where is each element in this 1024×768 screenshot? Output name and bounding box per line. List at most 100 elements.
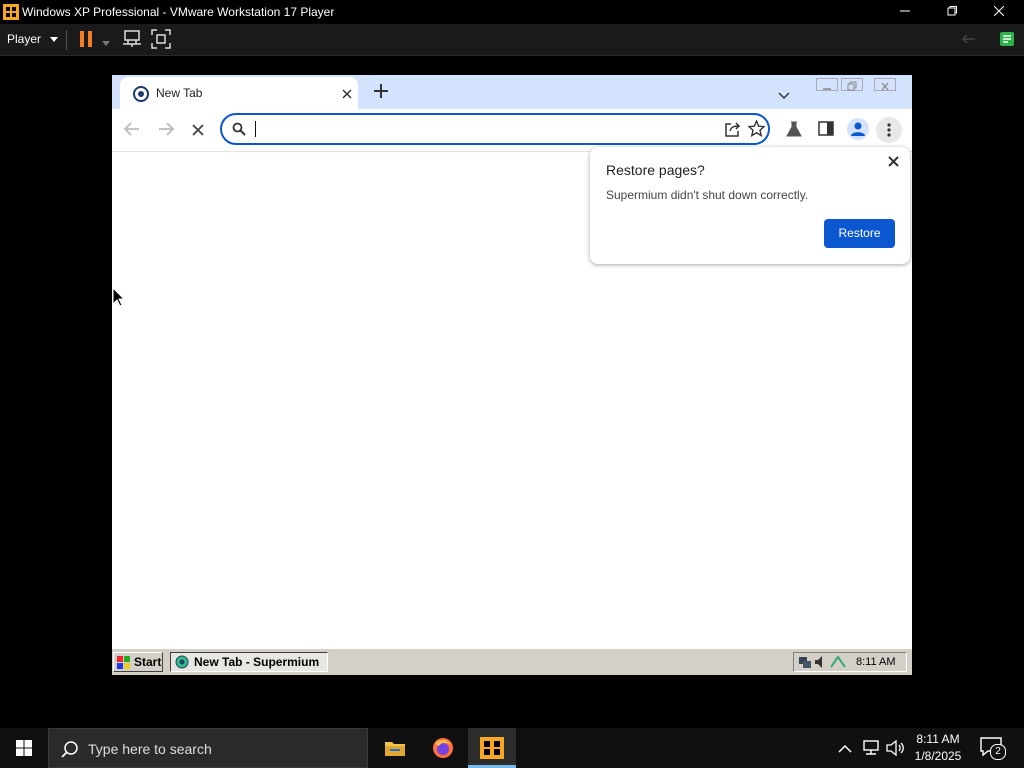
send-ctrl-alt-del-button[interactable] (122, 30, 142, 51)
network-icon (799, 657, 811, 668)
volume-icon (815, 656, 822, 668)
vmware-tools-icon (830, 655, 846, 668)
side-panel-icon (818, 121, 834, 136)
back-arrow-icon (123, 122, 139, 136)
bookmark-button[interactable] (747, 119, 766, 142)
minimize-icon (823, 88, 831, 90)
plus-icon (374, 84, 388, 98)
vmware-logo-icon (480, 737, 504, 759)
player-menu[interactable]: Player (7, 32, 59, 46)
toolbar-divider (66, 30, 67, 50)
windows-flag-icon (117, 656, 130, 669)
notes-button[interactable] (999, 31, 1015, 50)
search-icon (232, 122, 246, 136)
close-window-button[interactable] (976, 0, 1022, 24)
windows-start-button[interactable] (0, 728, 48, 768)
dialog-close-button[interactable] (888, 154, 899, 172)
close-icon (192, 124, 204, 136)
forward-button[interactable] (158, 122, 175, 141)
start-button[interactable]: Start (113, 652, 163, 672)
taskbar-item-supermium[interactable]: New Tab - Supermium (170, 652, 328, 672)
vmware-logo-icon (3, 4, 19, 20)
chevron-up-icon (838, 744, 852, 753)
supermium-logo-icon (133, 86, 149, 102)
chevron-down-icon (778, 92, 790, 100)
more-vert-icon (887, 123, 891, 137)
clock-time: 8:11 AM (916, 732, 960, 746)
clock-date: 1/8/2025 (914, 749, 962, 763)
restore-button[interactable]: Restore (824, 219, 895, 248)
fullscreen-icon (151, 29, 171, 49)
fullscreen-button[interactable] (151, 29, 171, 52)
share-button[interactable] (724, 121, 741, 142)
vmware-title-bar: Windows XP Professional - VMware Worksta… (0, 0, 1024, 24)
menu-button[interactable] (876, 117, 902, 143)
profile-button[interactable] (847, 118, 869, 140)
stop-loading-button[interactable] (192, 123, 204, 141)
tab-search-button[interactable] (778, 87, 790, 105)
minimize-icon (900, 10, 910, 12)
supermium-logo-icon (175, 655, 189, 669)
xp-taskbar: Start New Tab - Supermium 8:11 AM (112, 648, 912, 675)
person-icon (851, 122, 865, 136)
notes-icon (1000, 32, 1014, 46)
notification-badge: 2 (990, 744, 1006, 760)
restore-window-icon (947, 6, 957, 16)
pause-button[interactable] (78, 30, 94, 51)
new-tab-button[interactable] (374, 84, 388, 103)
flask-icon (786, 121, 802, 137)
xp-close-button[interactable] (874, 78, 896, 91)
taskbar-file-explorer[interactable] (370, 728, 418, 768)
guest-screen: New Tab Restore pages? Supermium didn't … (112, 75, 912, 675)
volume-tray-button[interactable] (886, 739, 904, 761)
xp-system-tray: 8:11 AM (793, 652, 907, 672)
close-icon (881, 82, 889, 91)
folder-icon (385, 742, 405, 756)
labs-button[interactable] (786, 121, 802, 142)
dialog-title: Restore pages? (606, 162, 705, 178)
windows-logo-icon (16, 740, 32, 756)
xp-minimize-button[interactable] (816, 78, 838, 91)
restore-pages-dialog: Restore pages? Supermium didn't shut dow… (590, 147, 910, 264)
show-hidden-icons-button[interactable] (838, 741, 852, 759)
xp-restore-button[interactable] (841, 78, 863, 91)
tab-strip: New Tab (112, 75, 912, 109)
close-icon (888, 156, 899, 167)
close-icon (342, 89, 352, 99)
share-icon (725, 122, 741, 137)
taskbar-clock[interactable]: 8:11 AM 1/8/2025 (909, 731, 967, 765)
pause-dropdown[interactable] (102, 36, 110, 50)
forward-arrow-icon (159, 122, 175, 136)
tab-new-tab[interactable]: New Tab (120, 77, 358, 109)
action-center-button[interactable]: 2 (980, 737, 1006, 762)
minimize-button[interactable] (882, 0, 928, 24)
restore-window-button[interactable] (929, 0, 975, 24)
pause-icon (80, 31, 92, 47)
star-icon (747, 119, 766, 138)
taskbar-vmware[interactable] (468, 728, 516, 768)
back-button[interactable] (123, 122, 140, 141)
chevron-down-icon (50, 37, 59, 42)
taskbar-firefox[interactable] (419, 728, 467, 768)
tab-title: New Tab (156, 86, 203, 100)
restore-window-icon (847, 81, 857, 91)
computer-network-icon (123, 30, 141, 47)
side-panel-button[interactable] (818, 121, 834, 141)
tab-close-button[interactable] (342, 86, 352, 104)
dialog-message: Supermium didn't shut down correctly. (606, 188, 809, 202)
unity-button[interactable] (960, 33, 976, 48)
xp-clock: 8:11 AM (856, 656, 896, 668)
vmware-toolbar: Player (0, 24, 1024, 56)
network-tray-button[interactable] (862, 740, 880, 761)
task-label: New Tab - Supermium (194, 655, 320, 669)
taskbar-search-box[interactable]: Type here to search (48, 728, 368, 768)
back-arrow-icon (961, 34, 975, 44)
address-bar[interactable] (220, 113, 770, 145)
windows-taskbar: Type here to search 8:11 AM 1/8/2025 2 (0, 728, 1024, 768)
chevron-down-icon (102, 41, 110, 46)
browser-toolbar (112, 109, 912, 152)
start-label: Start (134, 655, 162, 669)
player-menu-label: Player (7, 32, 42, 46)
firefox-icon (433, 738, 453, 758)
network-icon (863, 740, 879, 755)
